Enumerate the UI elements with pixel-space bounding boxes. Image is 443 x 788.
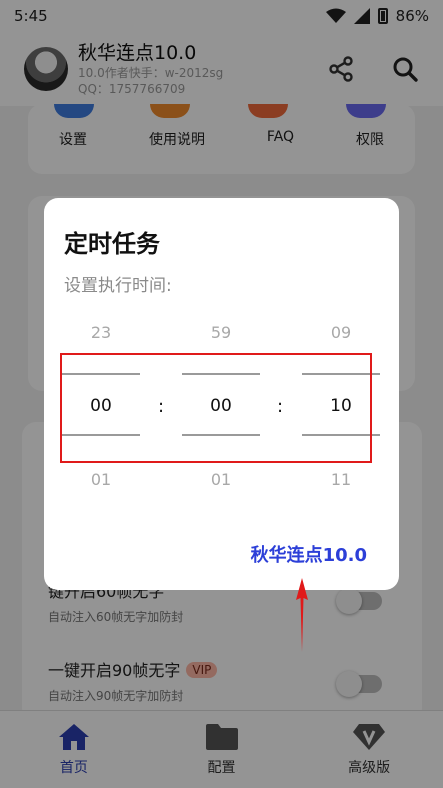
hour-next[interactable]: 01 xyxy=(61,470,141,489)
minute-prev[interactable]: 59 xyxy=(181,323,261,342)
highlight-box xyxy=(60,353,372,463)
second-prev[interactable]: 09 xyxy=(301,323,381,342)
second-next[interactable]: 11 xyxy=(301,470,381,489)
dialog-title: 定时任务 xyxy=(64,230,160,258)
arrow-up-icon xyxy=(296,578,308,652)
minute-next[interactable]: 01 xyxy=(181,470,261,489)
dialog-subtitle: 设置执行时间: xyxy=(64,276,172,296)
brand-label: 秋华连点10.0 xyxy=(250,545,367,566)
hour-prev[interactable]: 23 xyxy=(61,323,141,342)
